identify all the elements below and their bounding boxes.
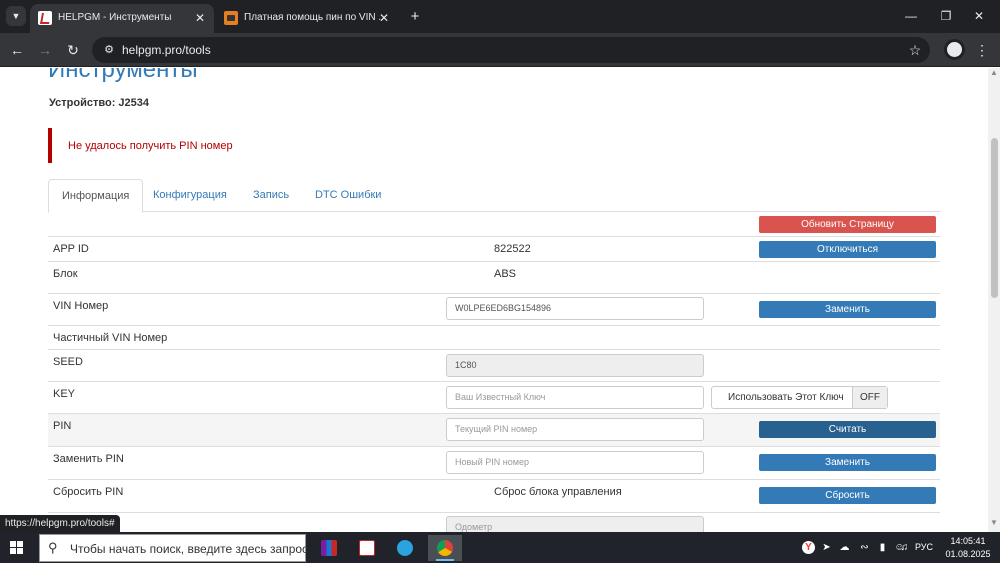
clock-date: 01.08.2025	[945, 549, 991, 559]
error-alert: Не удалось получить PIN номер	[48, 128, 940, 163]
taskbar-search-box[interactable]: ⚲ Чтобы начать поиск, введите здесь запр…	[39, 534, 309, 562]
page-scrollbar[interactable]: ▲ ▼	[988, 68, 1000, 532]
helpgm-app-icon	[359, 540, 375, 556]
tab-information[interactable]: Информация	[48, 179, 144, 213]
key-label: KEY	[53, 388, 76, 400]
reload-icon[interactable]: ↻	[63, 40, 83, 60]
reset-pin-value: Сброс блока управления	[494, 486, 622, 498]
tab-close-icon[interactable]: ✕	[192, 10, 208, 26]
use-key-toggle[interactable]: Использовать Этот Ключ OFF	[711, 386, 888, 409]
new-pin-placeholder: Новый PIN номер	[455, 457, 529, 467]
url-text[interactable]: helpgm.pro/tools	[122, 43, 211, 57]
refresh-page-button[interactable]: Обновить Страницу	[759, 216, 936, 233]
current-pin-input[interactable]: Текущий PIN номер	[446, 418, 704, 441]
battery-tray-icon[interactable]: ▮	[876, 541, 889, 554]
scrollbar-thumb[interactable]	[991, 138, 998, 298]
browser-tab-pin-vin[interactable]: Платная помощь пин по VIN ... ✕	[216, 4, 398, 33]
reset-pin-button[interactable]: Сбросить	[759, 487, 936, 504]
use-key-toggle-state[interactable]: OFF	[852, 387, 887, 408]
window-close-icon[interactable]: ✕	[966, 4, 992, 28]
taskbar-telegram-icon[interactable]	[388, 535, 422, 561]
taskbar-winrar-icon[interactable]	[312, 535, 346, 561]
pin-label: PIN	[53, 420, 72, 432]
app-id-value: 822522	[494, 243, 531, 255]
windows-taskbar: ⚲ Чтобы начать поиск, введите здесь запр…	[0, 532, 1000, 563]
new-pin-input[interactable]: Новый PIN номер	[446, 451, 704, 474]
browser-tab-helpgm[interactable]: HELPGM - Инструменты ✕	[30, 4, 214, 33]
tab-configuration[interactable]: Конфигурация	[140, 179, 240, 212]
clock-time: 14:05:41	[950, 536, 986, 546]
app-id-label: APP ID	[53, 243, 89, 255]
change-pin-button[interactable]: Заменить	[759, 454, 936, 471]
alert-message: Не удалось получить PIN номер	[68, 140, 233, 152]
site-favicon-icon	[224, 11, 238, 25]
scroll-down-arrow-icon[interactable]: ▼	[990, 518, 998, 527]
tab-write[interactable]: Запись	[240, 179, 302, 212]
forward-arrow-icon[interactable]: →	[35, 40, 55, 60]
use-key-toggle-label: Использовать Этот Ключ	[728, 392, 844, 403]
seed-label: SEED	[53, 356, 83, 368]
window-restore-icon[interactable]: ❐	[933, 4, 959, 28]
tab-title: HELPGM - Инструменты	[58, 12, 172, 23]
replace-vin-button[interactable]: Заменить	[759, 301, 936, 318]
row-block: Блок ABS	[48, 261, 940, 293]
disconnect-button[interactable]: Отключиться	[759, 241, 936, 258]
taskbar-search-placeholder: Чтобы начать поиск, введите здесь запрос	[70, 542, 309, 556]
tab-close-icon[interactable]: ✕	[376, 10, 392, 26]
volume-tray-icon[interactable]: ♫	[898, 541, 911, 554]
partial-vin-label: Частичный VIN Номер	[53, 332, 168, 344]
input-language-indicator[interactable]: РУС	[915, 542, 933, 552]
read-pin-button[interactable]: Считать	[759, 421, 936, 438]
cloud-tray-icon[interactable]: ☁	[838, 541, 851, 554]
seed-field: 1C80	[446, 354, 704, 377]
chrome-icon	[437, 540, 453, 556]
block-value: ABS	[494, 268, 517, 280]
taskbar-helpgm-icon[interactable]	[350, 535, 384, 561]
taskbar-clock[interactable]: 14:05:41 01.08.2025	[942, 535, 994, 561]
tab-search-chevron-icon[interactable]: ▼	[6, 6, 26, 26]
bookmark-star-icon[interactable]: ☆	[906, 41, 924, 59]
page-title: Инструменты	[48, 68, 198, 83]
address-bar[interactable]: ⚙ helpgm.pro/tools ☆	[92, 37, 930, 63]
odometer-placeholder: Одометр	[455, 522, 493, 532]
key-placeholder: Ваш Известный Ключ	[455, 392, 546, 402]
windows-start-icon[interactable]	[10, 541, 24, 555]
window-minimize-icon[interactable]: —	[898, 4, 924, 28]
reset-pin-label: Сбросить PIN	[53, 486, 124, 498]
vin-label: VIN Номер	[53, 300, 109, 312]
browser-tab-strip: ▼ HELPGM - Инструменты ✕ Платная помощь …	[0, 0, 1000, 33]
search-icon: ⚲	[48, 540, 58, 555]
site-settings-icon[interactable]: ⚙	[101, 42, 117, 58]
change-pin-label: Заменить PIN	[53, 453, 124, 465]
device-label: Устройство: J2534	[49, 97, 150, 109]
profile-avatar-icon[interactable]	[944, 39, 965, 60]
current-pin-placeholder: Текущий PIN номер	[455, 424, 538, 434]
vin-input[interactable]: W0LPE6ED6BG154896	[446, 297, 704, 320]
key-input[interactable]: Ваш Известный Ключ	[446, 386, 704, 409]
telegram-icon	[397, 540, 413, 556]
link-status-bubble: https://helpgm.pro/tools#	[0, 515, 120, 532]
scroll-up-arrow-icon[interactable]: ▲	[990, 68, 998, 77]
browser-menu-icon[interactable]: ⋮	[974, 40, 990, 60]
new-tab-plus-icon[interactable]: +	[404, 6, 426, 28]
yandex-tray-icon[interactable]: Y	[802, 541, 815, 554]
odometer-field: Одометр	[446, 516, 704, 532]
tab-title: Платная помощь пин по VIN ...	[244, 12, 382, 23]
browser-toolbar: ← → ↻ ⚙ helpgm.pro/tools ☆	[0, 33, 1000, 67]
row-partial-vin: Частичный VIN Номер	[48, 325, 940, 349]
content-tabs: Информация Конфигурация Запись DTC Ошибк…	[48, 179, 940, 213]
back-arrow-icon[interactable]: ←	[7, 40, 27, 60]
page-viewport: Инструменты Устройство: J2534 Не удалось…	[0, 68, 988, 532]
tab-dtc-errors[interactable]: DTC Ошибки	[302, 179, 394, 212]
network-tray-icon[interactable]: ∾	[858, 541, 871, 554]
taskbar-chrome-icon[interactable]	[428, 535, 462, 561]
block-label: Блок	[53, 268, 78, 280]
winrar-icon	[321, 540, 337, 556]
helpgm-favicon-icon	[38, 11, 52, 25]
telegram-tray-icon[interactable]: ➤	[820, 541, 833, 554]
